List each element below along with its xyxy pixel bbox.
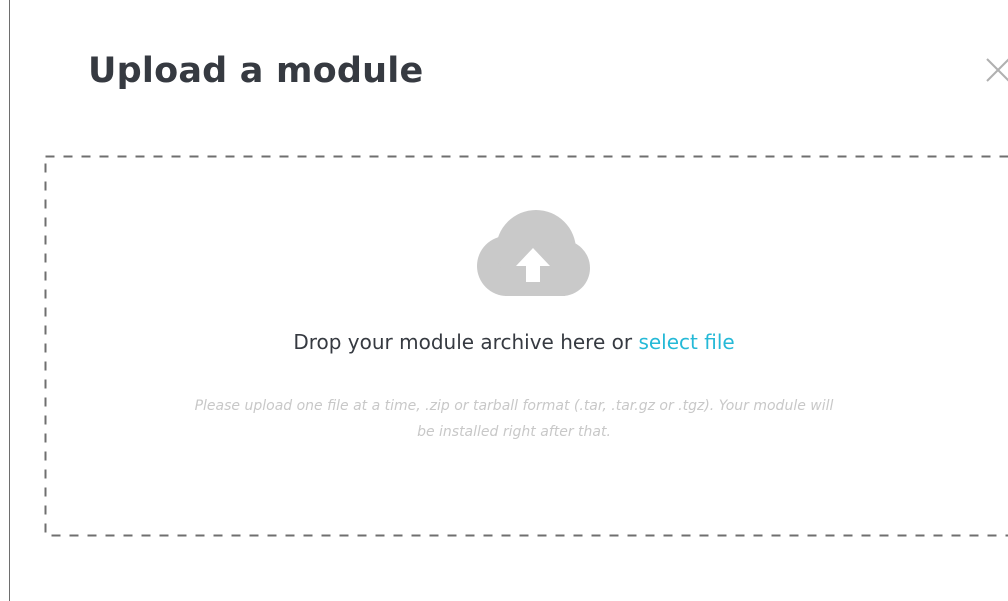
upload-module-modal: Upload a module Drop your module archive… (0, 0, 1008, 601)
module-dropzone[interactable]: Drop your module archive here or select … (44, 155, 1008, 537)
close-icon (986, 58, 1008, 82)
window-edge-divider (9, 0, 10, 601)
close-button[interactable] (984, 56, 1008, 84)
help-text-line-2: be installed right after that. (417, 424, 611, 440)
help-text-line-1: Please upload one file at a time, .zip o… (194, 398, 834, 414)
cloud-upload-icon (477, 210, 590, 296)
drop-text: Drop your module archive here or (293, 330, 633, 354)
select-file-link[interactable]: select file (638, 330, 734, 354)
upload-help-text: Please upload one file at a time, .zip o… (74, 393, 954, 445)
modal-title: Upload a module (88, 51, 424, 91)
drop-instruction: Drop your module archive here or select … (44, 327, 984, 357)
